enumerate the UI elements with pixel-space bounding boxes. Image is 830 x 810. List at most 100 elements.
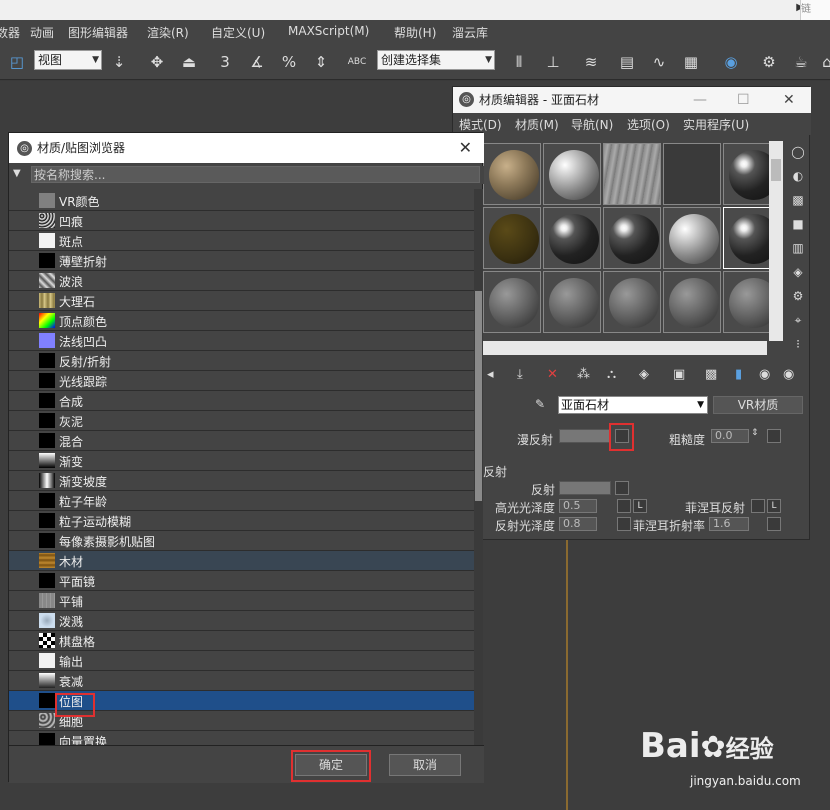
list-item[interactable]: 凹痕 [9, 211, 474, 231]
material-type-button[interactable]: VR材质 [713, 396, 803, 414]
material-id-icon[interactable]: ◈ [639, 367, 649, 382]
select-by-material-icon[interactable]: ⌖ [789, 313, 807, 331]
menu-item-graph-editors[interactable]: 图形编辑器 [68, 24, 128, 41]
list-item[interactable]: 木材 [9, 551, 474, 571]
list-item[interactable]: 渐变坡度 [9, 471, 474, 491]
list-item[interactable]: 合成 [9, 391, 474, 411]
menu-item-help[interactable]: 帮助(H) [394, 24, 436, 41]
sample-slot[interactable] [603, 271, 661, 333]
make-unique-icon[interactable]: ⁂ [577, 367, 590, 382]
mirror-icon[interactable]: ⫴ [506, 49, 532, 75]
menu-item-rendering[interactable]: 渲染(R) [147, 24, 189, 41]
sample-slot[interactable] [483, 143, 541, 205]
go-forward-icon[interactable]: ◉ [759, 367, 770, 382]
sample-slot[interactable] [663, 207, 721, 269]
med-menu-utilities[interactable]: 实用程序(U) [683, 116, 749, 133]
uv-tiling-icon[interactable]: ■ [789, 217, 807, 235]
spinner-arrows-icon[interactable]: ⇕ [751, 428, 759, 438]
show-end-result-icon[interactable]: ▩ [705, 367, 717, 382]
cancel-button[interactable]: 取消 [389, 754, 461, 776]
hilight-gloss-spinner[interactable]: 0.5 [559, 499, 597, 513]
curve-editor-icon[interactable]: ∿ [646, 49, 672, 75]
material-map-navigator-icon[interactable]: ⁝ [789, 337, 807, 355]
list-item[interactable]: 反射/折射 [9, 351, 474, 371]
spinner-snap-icon[interactable]: ⇕ [308, 49, 334, 75]
list-item[interactable]: 粒子运动模糊 [9, 511, 474, 531]
sample-slot[interactable] [663, 271, 721, 333]
list-item[interactable]: 向量置换 [9, 731, 474, 745]
sample-slot[interactable] [663, 143, 721, 205]
close-icon[interactable]: ✕ [783, 87, 795, 113]
eyedropper-icon[interactable]: ✎ [535, 397, 545, 411]
refl-gloss-map[interactable] [617, 517, 631, 531]
fresnel-lock-button[interactable]: L [767, 499, 781, 513]
scroll-thumb[interactable] [771, 159, 781, 181]
list-item[interactable]: 顶点颜色 [9, 311, 474, 331]
list-scrollbar[interactable] [474, 189, 483, 745]
snap-toggle-icon[interactable]: 3 [212, 49, 238, 75]
menu-item-animation[interactable]: 动画 [30, 24, 54, 41]
list-item[interactable]: 大理石 [9, 291, 474, 311]
reference-coord-select[interactable]: 视图 ▼ [34, 50, 102, 70]
go-to-parent-icon[interactable]: ▮ [735, 367, 742, 382]
sample-slot[interactable] [603, 207, 661, 269]
sample-slot[interactable] [603, 143, 661, 205]
menu-item-maxscript[interactable]: MAXScript(M) [288, 24, 369, 38]
video-color-check-icon[interactable]: ▥ [789, 241, 807, 259]
slots-vertical-scrollbar[interactable] [769, 141, 783, 341]
menu-item-cloud[interactable]: 溜云库 [452, 24, 488, 41]
list-item[interactable]: 泼溅 [9, 611, 474, 631]
sample-slot[interactable] [543, 207, 601, 269]
background-icon[interactable]: ▩ [789, 193, 807, 211]
edit-named-selection-icon[interactable]: ABC [344, 49, 370, 75]
list-item[interactable]: 平面镜 [9, 571, 474, 591]
list-item[interactable]: 衰减 [9, 671, 474, 691]
list-item[interactable]: 灰泥 [9, 411, 474, 431]
list-item[interactable]: 法线凹凸 [9, 331, 474, 351]
schematic-view-icon[interactable]: ▦ [678, 49, 704, 75]
render-icon[interactable]: ⌂ [814, 49, 830, 75]
reset-map-icon[interactable]: ✕ [547, 367, 558, 382]
pivot-icon[interactable]: ⇣ [106, 49, 132, 75]
get-material-icon[interactable]: ◂ [487, 367, 494, 382]
list-item[interactable]: 混合 [9, 431, 474, 451]
minimize-icon[interactable]: — [693, 87, 707, 113]
sample-slot[interactable] [483, 207, 541, 269]
sample-slot[interactable] [543, 143, 601, 205]
make-preview-icon[interactable]: ◈ [789, 265, 807, 283]
material-editor-icon[interactable]: ◉ [718, 49, 744, 75]
render-frame-icon[interactable]: ☕ [788, 49, 814, 75]
options-icon[interactable]: ⚙ [789, 289, 807, 307]
options-triangle-icon[interactable]: ▼ [13, 168, 21, 179]
list-item[interactable]: 棋盘格 [9, 631, 474, 651]
sample-type-icon[interactable]: ◯ [789, 145, 807, 163]
angle-snap-icon[interactable]: ∡ [244, 49, 270, 75]
close-icon[interactable]: ✕ [459, 133, 472, 163]
slots-horizontal-scrollbar[interactable] [483, 341, 767, 355]
material-name-field[interactable]: 亚面石材 ▼ [558, 396, 708, 414]
med-menu-material[interactable]: 材质(M) [515, 116, 559, 133]
med-menu-options[interactable]: 选项(O) [627, 116, 670, 133]
list-item[interactable]: VR颜色 [9, 191, 474, 211]
fresnel-ior-spinner[interactable]: 1.6 [709, 517, 749, 531]
maximize-icon[interactable]: ☐ [737, 87, 750, 113]
search-input[interactable]: 按名称搜索... [31, 166, 480, 183]
reflect-color-swatch[interactable] [559, 481, 611, 495]
put-to-scene-icon[interactable]: ⤓ [517, 367, 523, 382]
put-to-library-icon[interactable]: ⛬ [607, 367, 616, 382]
list-item[interactable]: 光线跟踪 [9, 371, 474, 391]
refl-gloss-spinner[interactable]: 0.8 [559, 517, 597, 531]
percent-snap-icon[interactable]: % [276, 49, 302, 75]
hilight-gloss-map[interactable] [617, 499, 631, 513]
list-item[interactable]: 薄壁折射 [9, 251, 474, 271]
med-menu-navigation[interactable]: 导航(N) [571, 116, 613, 133]
list-item[interactable]: 粒子年龄 [9, 491, 474, 511]
list-item[interactable]: 输出 [9, 651, 474, 671]
roughness-spinner[interactable]: 0.0 [711, 429, 749, 443]
show-map-icon[interactable]: ▣ [673, 367, 685, 382]
render-setup-icon[interactable]: ⚙ [756, 49, 782, 75]
list-item[interactable]: 每像素摄影机贴图 [9, 531, 474, 551]
backlight-icon[interactable]: ◐ [789, 169, 807, 187]
list-item[interactable]: 波浪 [9, 271, 474, 291]
fresnel-ior-map[interactable] [767, 517, 781, 531]
